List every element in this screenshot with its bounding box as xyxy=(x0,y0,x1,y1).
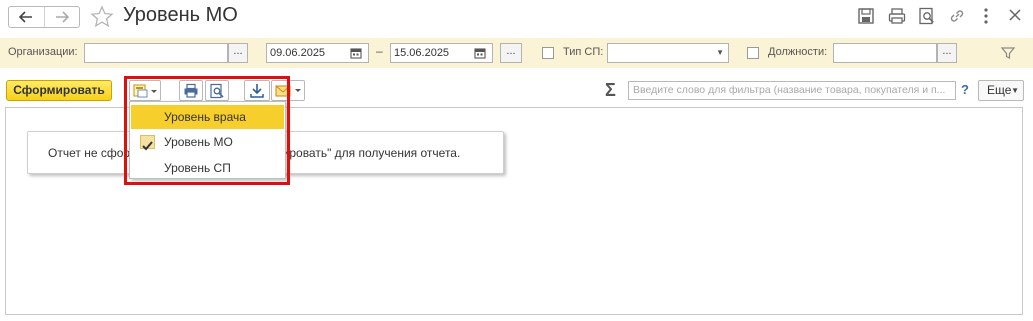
tip-sp-label: Тип СП: xyxy=(563,46,604,58)
navigation-buttons xyxy=(8,6,80,28)
calendar-icon[interactable] xyxy=(350,47,362,62)
positions-select-button[interactable]: ... xyxy=(937,43,957,63)
back-button[interactable] xyxy=(9,7,44,27)
link-icon[interactable] xyxy=(948,7,966,28)
print-icon[interactable] xyxy=(888,7,906,28)
generate-button[interactable]: Сформировать xyxy=(6,80,112,101)
search-input[interactable]: Введите слово для фильтра (название това… xyxy=(628,81,956,100)
chevron-down-icon: ▼ xyxy=(1011,86,1019,95)
sum-icon[interactable]: Σ xyxy=(605,81,616,99)
period-select-button[interactable]: ... xyxy=(500,43,522,63)
filter-icon[interactable] xyxy=(1000,46,1016,63)
chevron-down-icon: ▼ xyxy=(716,48,724,57)
tip-sp-checkbox[interactable] xyxy=(542,47,554,59)
organizations-field[interactable] xyxy=(84,43,228,63)
help-icon[interactable]: ? xyxy=(961,82,969,97)
save-icon[interactable] xyxy=(857,7,875,28)
more-vertical-icon[interactable] xyxy=(980,7,992,28)
organizations-select-button[interactable]: ... xyxy=(228,43,248,63)
organizations-label: Организации: xyxy=(8,46,78,58)
forward-button[interactable] xyxy=(43,7,80,27)
positions-field[interactable] xyxy=(833,43,937,63)
favorite-star-icon[interactable] xyxy=(90,5,114,32)
arrow-left-icon xyxy=(19,11,33,23)
arrow-right-icon xyxy=(55,11,69,23)
preview-icon[interactable] xyxy=(918,7,936,28)
positions-checkbox[interactable] xyxy=(747,47,759,59)
more-button[interactable]: Еще ▼ xyxy=(978,80,1024,101)
filter-bar: Организации: ... 09.06.2025 – 15.06.2025… xyxy=(0,38,1033,68)
title-bar: Уровень МО xyxy=(0,0,1033,34)
date-separator: – xyxy=(376,44,383,58)
calendar-icon[interactable] xyxy=(474,47,486,62)
tip-sp-select[interactable]: ▼ xyxy=(607,43,729,63)
positions-label: Должности: xyxy=(768,46,828,58)
page-title: Уровень МО xyxy=(123,4,238,26)
close-icon[interactable] xyxy=(1008,8,1022,25)
more-button-label: Еще xyxy=(987,83,1012,97)
annotation-highlight-frame xyxy=(124,76,290,185)
